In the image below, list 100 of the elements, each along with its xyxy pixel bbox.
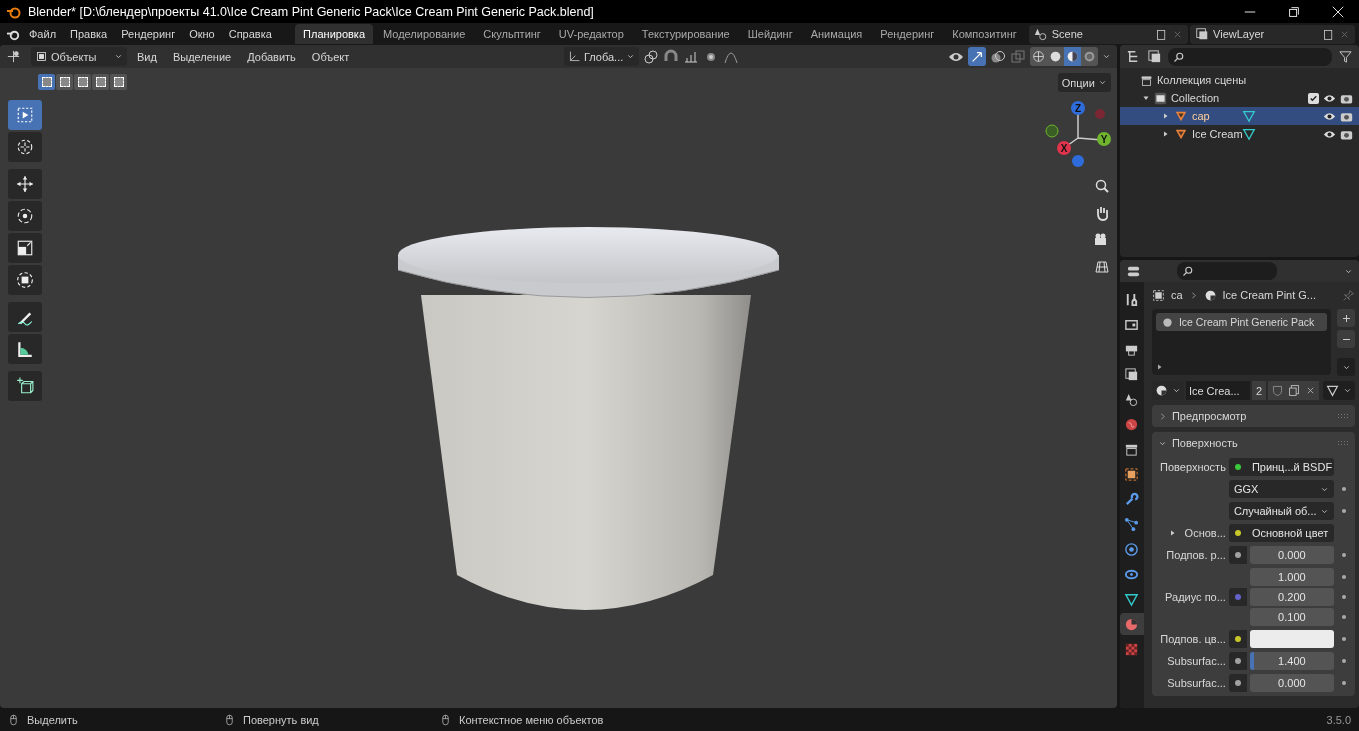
select-mode-button[interactable] [74, 74, 91, 90]
shield-icon[interactable] [1271, 384, 1284, 397]
workspace-tab[interactable]: UV-редактор [550, 24, 632, 44]
outliner-item[interactable]: Collection [1170, 92, 1304, 104]
dropdown[interactable]: GGX [1228, 480, 1334, 498]
menu-item[interactable]: Объект [305, 47, 356, 66]
keyframe-dot[interactable] [1341, 553, 1346, 557]
property-label: Подпов. цв... [1160, 633, 1226, 645]
keyframe-dot[interactable] [1341, 659, 1346, 663]
number-field[interactable]: 0.100 [1249, 608, 1334, 626]
outliner-row[interactable]: cap [1119, 107, 1359, 125]
dropdown[interactable]: Случайный об... [1228, 502, 1334, 520]
workspace-tab[interactable]: Анимация [802, 24, 871, 44]
menu-item[interactable]: Окно [183, 25, 221, 43]
number-field[interactable]: 1.000 [1249, 568, 1334, 586]
editor-type-icon[interactable] [6, 49, 21, 64]
material-slot[interactable]: Ice Cream Pint Generic Pack [1155, 313, 1327, 331]
tool-button[interactable] [8, 334, 42, 364]
user-count[interactable]: 2 [1251, 381, 1266, 400]
menu-item[interactable]: Добавить [241, 47, 302, 66]
socket-button[interactable] [1228, 458, 1247, 476]
menu-item[interactable]: Выделение [166, 47, 238, 66]
socket-button[interactable] [1228, 546, 1247, 564]
mesh-icon[interactable] [1241, 127, 1256, 141]
keyframe-dot[interactable] [1341, 487, 1346, 491]
expand-triangle-icon[interactable] [1141, 94, 1150, 102]
panel-header[interactable]: Предпросмотр [1151, 405, 1355, 427]
material-name-field[interactable]: Ice Crea... [1185, 381, 1250, 400]
copy-icon[interactable] [1288, 384, 1301, 397]
workspace-tab[interactable]: Планировка [295, 24, 374, 44]
overlay-circles-icon[interactable] [989, 48, 1006, 65]
socket-button[interactable] [1228, 630, 1247, 648]
select-mode-button[interactable] [56, 74, 73, 90]
tool-button[interactable] [8, 265, 42, 295]
keyframe-dot[interactable] [1341, 615, 1346, 619]
keyframe-dot[interactable] [1341, 575, 1346, 579]
node-link-button[interactable] [1323, 381, 1355, 400]
gizmo-toggle[interactable] [967, 47, 986, 66]
expand-triangle-icon[interactable] [1161, 130, 1170, 138]
tool-button[interactable] [8, 132, 42, 162]
mode-dropdown[interactable]: Объекты [31, 47, 127, 66]
mesh-icon[interactable] [1241, 109, 1256, 123]
expand-triangle-icon[interactable] [1161, 112, 1170, 120]
workspace-tab[interactable]: Композитинг [944, 24, 1025, 44]
tool-button[interactable] [8, 371, 42, 401]
color-swatch[interactable] [1249, 630, 1334, 648]
menu-item[interactable]: Вид [131, 47, 163, 66]
scene-selector[interactable]: Scene [1028, 24, 1189, 44]
number-field[interactable]: 0.000 [1249, 546, 1334, 564]
outliner-row[interactable]: Ice Cream [1119, 125, 1359, 143]
tool-button[interactable] [8, 233, 42, 263]
triangle-right-icon[interactable] [1168, 529, 1177, 537]
orientation-dropdown[interactable]: Глоба... [563, 47, 640, 66]
solid-sphere-icon [1048, 50, 1062, 63]
panel-header[interactable]: Поверхность [1151, 432, 1355, 454]
search-field[interactable] [1167, 47, 1332, 66]
keyframe-dot[interactable] [1341, 595, 1346, 599]
menu-item[interactable]: Справка [222, 25, 278, 43]
properties-tab[interactable] [1119, 613, 1144, 635]
keyframe-dot[interactable] [1341, 509, 1346, 513]
tool-button[interactable] [8, 169, 42, 199]
workspace-tab[interactable]: Моделирование [375, 24, 474, 44]
menu-item[interactable]: Рендеринг [115, 25, 182, 43]
workspace-tab[interactable]: Шейдинг [739, 24, 801, 44]
expand-triangle-icon[interactable] [1155, 363, 1164, 371]
close-icon[interactable] [1331, 4, 1345, 19]
copy-icon[interactable] [1322, 27, 1335, 41]
search-field[interactable] [1176, 262, 1277, 280]
socket-button[interactable] [1228, 652, 1247, 670]
select-mode-button[interactable] [92, 74, 109, 90]
workspace-tab[interactable]: Рендеринг [872, 24, 943, 44]
socket-button[interactable] [1228, 674, 1247, 692]
menu-item[interactable]: Правка [64, 25, 114, 43]
remove-slot-button[interactable] [1337, 330, 1355, 348]
images-icon[interactable] [1146, 49, 1162, 64]
socket-button[interactable] [1228, 524, 1247, 542]
tool-button[interactable] [8, 201, 42, 231]
navigation-gizmo[interactable]: Z Y X [1040, 98, 1116, 174]
menu-item[interactable]: Файл [23, 25, 63, 43]
number-field[interactable]: 0.000 [1249, 674, 1334, 692]
add-slot-button[interactable] [1337, 309, 1355, 327]
checkbox[interactable] [1308, 92, 1319, 104]
link-field[interactable]: Принц...й BSDF [1246, 458, 1334, 476]
options-dropdown[interactable]: Опции [1057, 73, 1111, 92]
shading-button[interactable] [1063, 47, 1081, 66]
view-layer-selector[interactable]: ViewLayer [1190, 24, 1355, 44]
maximize-icon[interactable] [1287, 4, 1301, 19]
workspace-tab[interactable]: Текстурирование [633, 24, 738, 44]
select-mode-button[interactable] [110, 74, 127, 90]
keyframe-dot[interactable] [1341, 681, 1346, 685]
filter-icon[interactable] [1338, 49, 1353, 64]
slider-field[interactable]: 1.400 [1249, 652, 1334, 670]
keyframe-dot[interactable] [1341, 637, 1346, 641]
pin-icon[interactable] [1342, 288, 1355, 302]
select-mode-button[interactable] [38, 74, 55, 90]
workspace-tab[interactable]: Скульптинг [475, 24, 549, 44]
link-field[interactable]: Основной цвет [1246, 524, 1334, 542]
outliner-item[interactable]: Коллекция сцены [1156, 74, 1353, 86]
number-field[interactable]: 0.200 [1249, 588, 1334, 606]
tool-button[interactable] [8, 302, 42, 332]
